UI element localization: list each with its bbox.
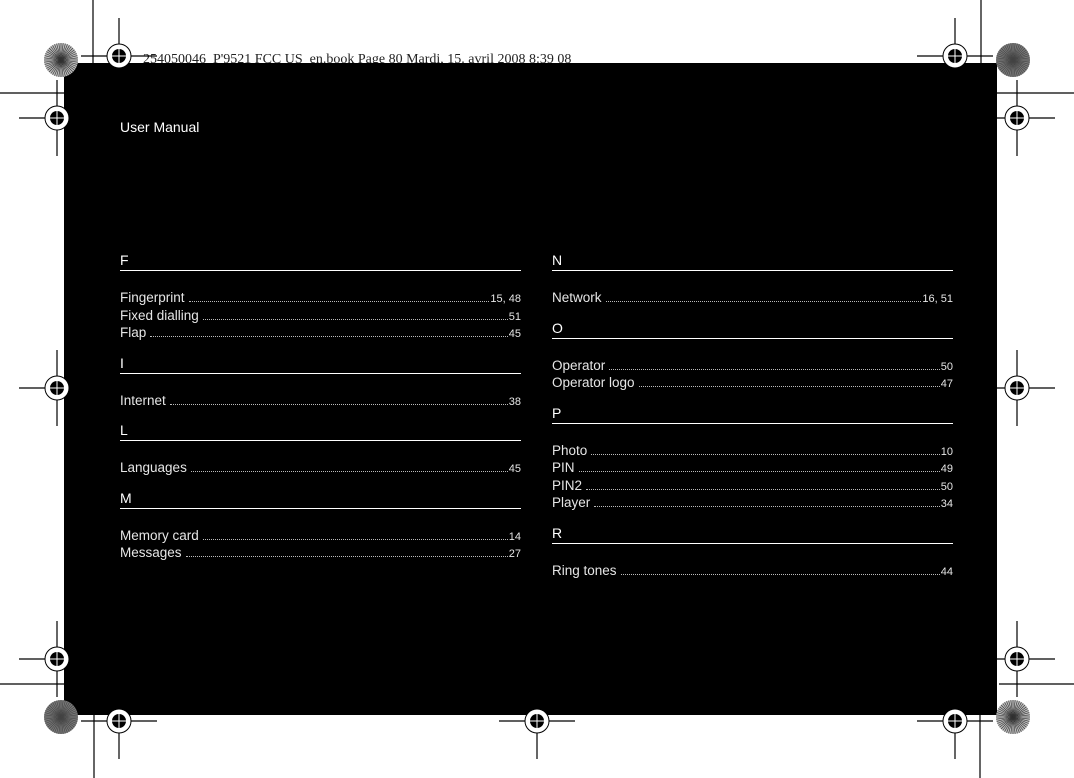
dot-leader bbox=[202, 538, 508, 540]
manual-title: User Manual bbox=[120, 119, 200, 135]
dot-leader bbox=[586, 488, 940, 490]
index-column-left: F Fingerprint 15, 48 Fixed dialling 51 Flap 45… bbox=[120, 250, 521, 573]
dot-leader bbox=[591, 453, 940, 455]
index-entry: Internet 38 bbox=[120, 393, 521, 411]
entry-pages: 15, 48 bbox=[490, 293, 521, 305]
entry-pages: 10 bbox=[940, 445, 953, 458]
entry-pages: 50 bbox=[940, 360, 953, 373]
entry-pages: 45 bbox=[508, 328, 521, 340]
entry-term: Languages bbox=[120, 460, 187, 475]
section-letter: L bbox=[120, 420, 521, 441]
dot-leader bbox=[638, 386, 940, 387]
entry-term: Operator bbox=[552, 357, 606, 373]
entry-term: Photo bbox=[552, 442, 588, 458]
entry-pages: 14 bbox=[508, 530, 521, 543]
entry-pages: 34 bbox=[940, 498, 953, 510]
index-entry: Memory card 14 bbox=[120, 528, 521, 546]
index-entry: Ring tones 44 bbox=[552, 563, 953, 581]
color-wheel-icon bbox=[996, 700, 1030, 734]
index-section-o: O Operator 50 Operator logo 47 bbox=[552, 318, 953, 393]
entry-pages: 38 bbox=[508, 395, 521, 408]
entry-term: PIN bbox=[552, 460, 575, 475]
index-entry: PIN 49 bbox=[552, 460, 953, 478]
entry-pages: 47 bbox=[940, 378, 953, 390]
entry-term: Fixed dialling bbox=[120, 307, 199, 323]
dot-leader bbox=[190, 471, 508, 472]
index-entry: Fingerprint 15, 48 bbox=[120, 290, 521, 308]
entry-term: Ring tones bbox=[552, 562, 617, 578]
entry-term: Player bbox=[552, 495, 591, 510]
entry-pages: 44 bbox=[940, 565, 953, 578]
index-entry: Fixed dialling 51 bbox=[120, 308, 521, 326]
dot-leader bbox=[594, 506, 940, 507]
section-letter: F bbox=[120, 250, 521, 271]
color-wheel-icon bbox=[996, 43, 1030, 77]
index-entry: Photo 10 bbox=[552, 443, 953, 461]
entry-pages: 45 bbox=[508, 463, 521, 475]
section-letter: M bbox=[120, 488, 521, 509]
entry-term: Memory card bbox=[120, 527, 199, 543]
entry-pages: 50 bbox=[940, 480, 953, 493]
index-column-right: N Network 16, 51 O Operator 50 Operator logo 47… bbox=[552, 250, 953, 590]
entry-pages: 51 bbox=[508, 310, 521, 323]
dot-leader bbox=[169, 403, 508, 405]
index-entry: Flap 45 bbox=[120, 325, 521, 343]
entry-term: Internet bbox=[120, 392, 166, 408]
section-letter: I bbox=[120, 353, 521, 374]
entry-term: Network bbox=[552, 290, 602, 305]
index-section-p: P Photo 10 PIN 49 PIN2 50 Player 34 bbox=[552, 403, 953, 513]
dot-leader bbox=[202, 318, 508, 320]
index-section-m: M Memory card 14 Messages 27 bbox=[120, 488, 521, 563]
entry-term: Fingerprint bbox=[120, 290, 185, 305]
dot-leader bbox=[609, 368, 940, 370]
entry-term: Operator logo bbox=[552, 375, 635, 390]
section-letter: N bbox=[552, 250, 953, 271]
index-entry: PIN2 50 bbox=[552, 478, 953, 496]
section-letter: O bbox=[552, 318, 953, 339]
entry-term: PIN2 bbox=[552, 477, 583, 493]
index-entry: Player 34 bbox=[552, 495, 953, 513]
index-section-r: R Ring tones 44 bbox=[552, 523, 953, 581]
dot-leader bbox=[620, 573, 940, 575]
dot-leader bbox=[578, 471, 940, 472]
entry-term: Flap bbox=[120, 325, 147, 340]
index-entry: Messages 27 bbox=[120, 545, 521, 563]
index-entry: Network 16, 51 bbox=[552, 290, 953, 308]
index-entry: Operator logo 47 bbox=[552, 375, 953, 393]
dot-leader bbox=[185, 556, 508, 557]
index-entry: Operator 50 bbox=[552, 358, 953, 376]
index-section-f: F Fingerprint 15, 48 Fixed dialling 51 Flap 45 bbox=[120, 250, 521, 343]
section-letter: P bbox=[552, 403, 953, 424]
dot-leader bbox=[150, 336, 508, 337]
dot-leader bbox=[605, 301, 922, 302]
entry-pages: 27 bbox=[508, 548, 521, 560]
index-page: User Manual F Fingerprint 15, 48 Fixed dial… bbox=[64, 63, 997, 715]
index-section-l: L Languages 45 bbox=[120, 420, 521, 478]
index-section-n: N Network 16, 51 bbox=[552, 250, 953, 308]
index-entry: Languages 45 bbox=[120, 460, 521, 478]
dot-leader bbox=[188, 301, 490, 302]
index-section-i: I Internet 38 bbox=[120, 353, 521, 411]
entry-pages: 49 bbox=[940, 463, 953, 475]
print-slug: 254050046_P'9521 FCC US_en.book Page 80 … bbox=[143, 52, 572, 63]
section-letter: R bbox=[552, 523, 953, 544]
entry-term: Messages bbox=[120, 545, 182, 560]
entry-pages: 16, 51 bbox=[922, 293, 953, 305]
